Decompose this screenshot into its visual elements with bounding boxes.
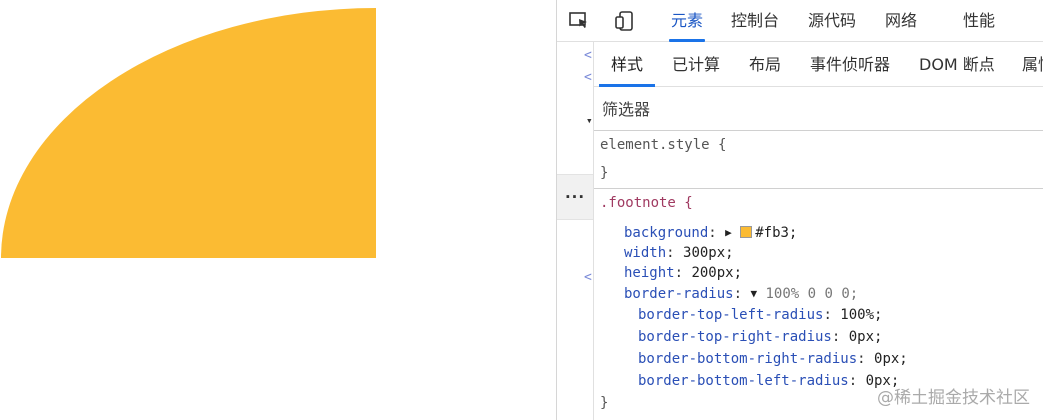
tab-network[interactable]: 网络: [885, 0, 917, 42]
page-viewport: [0, 0, 556, 420]
tab-elements[interactable]: 元素: [668, 0, 706, 42]
subtab-layout[interactable]: 布局: [749, 42, 781, 87]
devtools-toolbar: 元素 控制台 源代码 网络 性能: [557, 0, 1043, 42]
property-value: 0px;: [874, 351, 908, 367]
styles-pane: 样式 已计算 布局 事件侦听器 DOM 断点 属性 element.style …: [593, 42, 1043, 420]
inspect-element-icon[interactable]: [567, 9, 591, 33]
filter-row: [594, 87, 1043, 131]
subtab-event-listeners[interactable]: 事件侦听器: [810, 42, 890, 87]
declaration-background[interactable]: background: ▶ #fb3;: [624, 223, 797, 243]
color-swatch[interactable]: [740, 226, 753, 238]
longhand-top-left[interactable]: border-top-left-radius: 100%;: [638, 305, 882, 325]
property-name: border-bottom-left-radius: [638, 373, 849, 389]
dom-node-marker[interactable]: <: [584, 70, 592, 85]
property-value[interactable]: 200px;: [691, 265, 742, 281]
subtab-computed[interactable]: 已计算: [672, 42, 720, 87]
declaration-height[interactable]: height: 200px;: [624, 263, 742, 283]
property-name[interactable]: width: [624, 245, 666, 261]
devtools-panel: 元素 控制台 源代码 网络 性能 < < ▾ ··· < 样式 已计算 布局 事…: [556, 0, 1043, 420]
property-value[interactable]: #fb3;: [755, 225, 797, 241]
dom-tree-strip[interactable]: < < ▾ ··· <: [557, 42, 593, 420]
tab-console[interactable]: 控制台: [731, 0, 779, 42]
expand-triangle-icon[interactable]: ▶: [725, 223, 732, 243]
rule-selector[interactable]: element.style {: [600, 135, 726, 155]
property-name[interactable]: background: [624, 225, 708, 241]
declaration-width[interactable]: width: 300px;: [624, 243, 734, 263]
rule-close-brace: }: [600, 395, 609, 411]
longhand-bottom-left[interactable]: border-bottom-left-radius: 0px;: [638, 371, 899, 391]
property-name[interactable]: border-radius: [624, 286, 734, 302]
styles-subtabs: 样式 已计算 布局 事件侦听器 DOM 断点 属性: [594, 42, 1043, 87]
tab-performance[interactable]: 性能: [963, 0, 995, 42]
longhand-bottom-right[interactable]: border-bottom-right-radius: 0px;: [638, 349, 908, 369]
dom-node-marker[interactable]: <: [584, 48, 592, 63]
longhand-top-right[interactable]: border-top-right-radius: 0px;: [638, 327, 882, 347]
property-name: border-top-left-radius: [638, 307, 824, 323]
dom-node-marker[interactable]: <: [584, 270, 592, 285]
property-name[interactable]: height: [624, 265, 675, 281]
subtab-dom-breakpoints[interactable]: DOM 断点: [919, 42, 995, 87]
subtab-properties[interactable]: 属性: [1022, 42, 1043, 87]
rule-close-brace: }: [600, 165, 609, 181]
footnote-quarter-circle[interactable]: [1, 8, 376, 258]
expand-triangle-icon[interactable]: ▾: [586, 114, 593, 127]
property-name: border-bottom-right-radius: [638, 351, 858, 367]
rule-element-style: element.style { }: [594, 131, 1043, 189]
tab-sources[interactable]: 源代码: [808, 0, 856, 42]
property-value[interactable]: 300px;: [683, 245, 734, 261]
rule-selector[interactable]: .footnote {: [600, 193, 693, 213]
device-toggle-icon[interactable]: [613, 9, 637, 33]
property-value: 100%;: [840, 307, 883, 323]
property-value: 0px;: [848, 329, 883, 345]
property-value[interactable]: 100% 0 0 0;: [766, 286, 859, 302]
more-options-button[interactable]: ···: [557, 174, 593, 220]
collapse-triangle-icon[interactable]: ▼: [750, 284, 757, 304]
watermark: @稀土掘金技术社区: [877, 388, 1030, 408]
property-name: border-top-right-radius: [638, 329, 832, 345]
subtab-styles[interactable]: 样式: [598, 42, 656, 87]
styles-filter-input[interactable]: [602, 97, 1032, 121]
declaration-border-radius[interactable]: border-radius: ▼ 100% 0 0 0;: [624, 284, 858, 304]
